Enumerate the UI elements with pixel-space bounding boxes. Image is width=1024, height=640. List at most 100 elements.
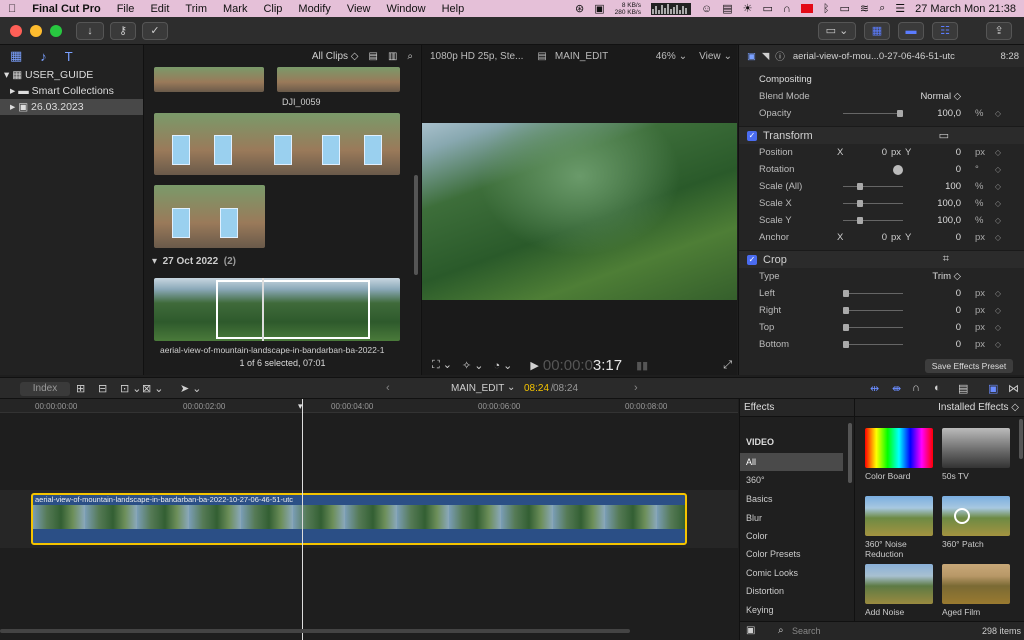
- save-effects-preset-button[interactable]: Save Effects Preset: [925, 359, 1013, 373]
- installed-effects-dropdown[interactable]: Installed Effects ◇: [938, 402, 1019, 413]
- keyframe-icon[interactable]: ◇: [995, 109, 1001, 118]
- close-window-icon[interactable]: [10, 24, 22, 37]
- enhance-icon[interactable]: ✧ ⌄: [462, 359, 484, 372]
- effects-category-all[interactable]: All: [740, 453, 843, 471]
- keyframe-icon[interactable]: ◇: [995, 323, 1001, 332]
- show-timeline-icon[interactable]: ▬: [898, 21, 924, 40]
- keyframe-icon[interactable]: ◇: [995, 233, 1001, 242]
- playhead[interactable]: ▾: [298, 399, 303, 640]
- clip-filter-dropdown[interactable]: All Clips ◇: [312, 51, 359, 62]
- append-clip-icon[interactable]: ⊡ ⌄: [120, 382, 142, 395]
- library-item[interactable]: ▾ ▦ USER_GUIDE: [0, 67, 143, 83]
- keyframe-icon[interactable]: ◇: [995, 182, 1001, 191]
- battery-icon[interactable]: ▭: [839, 2, 849, 15]
- clip-appearance-icon[interactable]: ▤: [958, 382, 968, 395]
- snapping-icon[interactable]: ⇼: [892, 382, 901, 395]
- smart-collections-item[interactable]: ▸ ▬ Smart Collections: [0, 83, 143, 99]
- color-inspector-icon[interactable]: ◥: [762, 51, 769, 62]
- keyframe-icon[interactable]: ◇: [995, 306, 1001, 315]
- insert-clip-icon[interactable]: ⊟: [98, 382, 107, 395]
- timeline[interactable]: 00:00:00:00 00:00:02:00 00:00:04:00 00:0…: [0, 399, 738, 640]
- keyframe-icon[interactable]: ◇: [995, 340, 1001, 349]
- index-button[interactable]: Index: [20, 382, 70, 396]
- event-item[interactable]: ▸ ▣ 26.03.2023: [0, 99, 143, 115]
- clip-thumbnail[interactable]: [154, 67, 264, 92]
- keyframe-icon[interactable]: ◇: [995, 148, 1001, 157]
- overwrite-clip-icon[interactable]: ⊠ ⌄: [142, 382, 164, 395]
- video-inspector-icon[interactable]: ▣: [747, 51, 756, 62]
- effect-tile-color-board[interactable]: [865, 428, 933, 468]
- menu-help[interactable]: Help: [434, 3, 473, 15]
- effects-category-blur[interactable]: Blur: [740, 509, 843, 527]
- chevron-down-icon[interactable]: ⌄: [507, 382, 515, 393]
- share-menu-button[interactable]: ▭ ⌄: [818, 21, 856, 40]
- timeline-project-name[interactable]: MAIN_EDIT: [451, 383, 504, 394]
- frame-icon[interactable]: ▣: [594, 2, 604, 15]
- scale-all-value[interactable]: 100: [945, 181, 961, 192]
- effects-category-comic-looks[interactable]: Comic Looks: [740, 564, 843, 582]
- view-dropdown[interactable]: View: [699, 51, 721, 62]
- bluetooth-icon[interactable]: ᛒ: [823, 3, 830, 15]
- crop-right-slider[interactable]: [843, 307, 903, 314]
- clip-appearance-icon[interactable]: ▤: [368, 51, 377, 62]
- share-button[interactable]: ⇪: [986, 21, 1012, 40]
- display-icon[interactable]: ▭: [763, 2, 773, 15]
- clip-filmstrip[interactable]: [154, 113, 400, 175]
- selected-clip-filmstrip[interactable]: [154, 278, 400, 341]
- crop-right-value[interactable]: 0: [956, 305, 961, 316]
- keyframe-icon[interactable]: ◇: [995, 289, 1001, 298]
- headphones-icon[interactable]: ∩: [783, 3, 791, 15]
- menu-view[interactable]: View: [339, 3, 379, 15]
- crop-top-value[interactable]: 0: [956, 322, 961, 333]
- rotation-dial[interactable]: [893, 164, 903, 175]
- keyframe-icon[interactable]: ◇: [995, 165, 1001, 174]
- timeline-ruler[interactable]: 00:00:00:00 00:00:02:00 00:00:04:00 00:0…: [0, 399, 738, 413]
- show-browser-icon[interactable]: ▦: [864, 21, 890, 40]
- scale-y-slider[interactable]: [843, 217, 903, 224]
- effect-tile-360-patch[interactable]: [942, 496, 1010, 536]
- apple-icon[interactable]: : [0, 3, 24, 15]
- import-button[interactable]: ↓: [76, 21, 104, 40]
- playhead-handle-icon[interactable]: ▾: [298, 401, 303, 412]
- audio-skimming-icon[interactable]: ∩: [912, 382, 920, 394]
- date-group-header[interactable]: ▾ 27 Oct 2022 (2): [152, 256, 236, 267]
- fullscreen-icon[interactable]: ⤢: [723, 359, 732, 372]
- clipboard-icon[interactable]: ▤: [722, 2, 732, 15]
- effects-category-color[interactable]: Color: [740, 527, 843, 545]
- info-inspector-icon[interactable]: ⓘ: [775, 49, 785, 63]
- background-tasks-button[interactable]: ✓: [142, 21, 168, 40]
- opacity-slider[interactable]: [843, 110, 903, 117]
- forward-arrow-icon[interactable]: ›: [634, 382, 638, 394]
- menu-trim[interactable]: Trim: [177, 3, 215, 15]
- titles-tab-icon[interactable]: T: [65, 49, 73, 64]
- anchor-x-value[interactable]: 0: [867, 232, 887, 243]
- timeline-scrollbar[interactable]: [0, 629, 630, 633]
- effects-search-input[interactable]: Search: [792, 626, 821, 636]
- effect-tile-aged-film[interactable]: [942, 564, 1010, 604]
- finder-icon[interactable]: ☺: [701, 3, 712, 15]
- search-icon[interactable]: ⌕: [879, 2, 885, 15]
- show-inspector-icon[interactable]: ☷: [932, 21, 958, 40]
- clip-thumbnail[interactable]: [154, 185, 265, 248]
- turkey-flag-icon[interactable]: [800, 4, 813, 13]
- effects-category-distortion[interactable]: Distortion: [740, 582, 843, 600]
- connect-clip-icon[interactable]: ⊞: [76, 382, 85, 395]
- menu-window[interactable]: Window: [378, 3, 433, 15]
- crop-bottom-slider[interactable]: [843, 341, 903, 348]
- libraries-tab-icon[interactable]: ▦: [10, 48, 22, 64]
- viewer-video-frame[interactable]: [422, 123, 737, 300]
- browser-search-icon[interactable]: ⌕: [407, 51, 413, 62]
- crop-left-value[interactable]: 0: [956, 288, 961, 299]
- minimize-window-icon[interactable]: [30, 24, 42, 37]
- effects-category-360[interactable]: 360°: [740, 471, 843, 489]
- position-y-value[interactable]: 0: [956, 147, 961, 158]
- transform-onscreen-icon[interactable]: ▭: [939, 129, 949, 142]
- scale-all-slider[interactable]: [843, 183, 903, 190]
- crop-onscreen-icon[interactable]: ⌗: [943, 253, 949, 266]
- browser-scrollbar[interactable]: [414, 175, 418, 275]
- skimming-icon[interactable]: ⇹: [870, 382, 879, 395]
- wifi-icon[interactable]: ≋: [860, 2, 869, 15]
- menu-clip[interactable]: Clip: [255, 3, 290, 15]
- keyframe-icon[interactable]: ◇: [995, 216, 1001, 225]
- effects-category-keying[interactable]: Keying: [740, 601, 843, 619]
